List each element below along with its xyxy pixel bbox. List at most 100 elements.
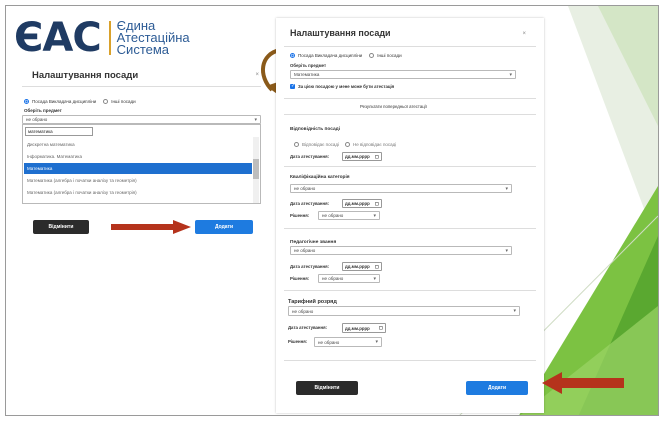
radio-other-label: Інші посади [377,53,402,58]
chevron-down-icon: ▾ [509,71,512,78]
tariff-decision-label: Рішення: [288,339,308,344]
pedagogical-decision-label: Рішення: [290,276,310,281]
arrow-left-icon [542,372,624,394]
calendar-icon[interactable]: ▢ [379,325,383,331]
logo-mark: ЄАС [14,15,102,61]
section-divider [284,228,536,229]
chevron-down-icon: ▾ [505,247,508,254]
slide-frame: ЄАС Єдина Атестаційна Система Налаштуван… [5,5,659,416]
section-divider [284,98,536,99]
tariff-decision-select[interactable]: не обрано ▾ [314,337,382,347]
dropdown-option[interactable]: Математика (алгебра і початки аналізу та… [24,187,252,198]
dialog-title: Налаштування посади [32,70,139,81]
pedagogical-select-value: не обрано [294,248,316,253]
close-icon[interactable]: × [522,31,526,37]
footer-divider [284,360,536,361]
date-placeholder: дд.мм.рррр [345,154,370,159]
add-button[interactable]: Додати [466,381,528,395]
calendar-icon[interactable]: ▢ [375,154,379,160]
date-placeholder: дд.мм.рррр [345,201,370,206]
tariff-date-label: Дата атестування: [288,325,328,330]
compliance-radio-group: Відповідає посаді Не відповідає посаді [294,142,396,147]
arrow-right-icon [111,220,191,234]
subject-select-value: не обрано [26,117,48,122]
decision-select-value: не обрано [318,339,340,345]
radio-group: Посада Викладача дисципліни Інші посади [24,99,136,104]
radio-discipline-label: Посада Викладача дисципліни [298,53,363,58]
chevron-down-icon: ▾ [513,308,516,314]
attestation-checkbox[interactable] [290,83,295,89]
date-placeholder: дд.мм.рррр [345,325,370,331]
cancel-button[interactable]: Відмінити [296,381,358,395]
logo-line-3: Система [116,42,170,57]
section-divider [284,166,536,167]
dropdown-scroll-thumb[interactable] [253,159,259,179]
radio-other[interactable] [369,53,375,58]
dropdown-option[interactable]: Дискретна математика [24,139,252,150]
radio-other-label: Інші посади [111,99,136,104]
pedagogical-select[interactable]: не обрано ▾ [290,246,512,255]
qualification-select[interactable]: не обрано ▾ [290,184,512,193]
subject-dropdown-list: математика Дискретна математика Інформат… [22,124,261,204]
compliance-title: Відповідність посаді [290,127,341,132]
pedagogical-date-label: Дата атестування: [290,264,330,269]
subject-label: Оберіть предмет [290,63,327,68]
section-divider [284,290,536,291]
pedagogical-title: Педагогічне звання [290,240,337,245]
logo-text: Єдина Атестаційна Система [116,19,190,57]
tariff-select-value: не обрано [292,308,314,314]
radio-other[interactable] [103,99,109,104]
calendar-icon[interactable]: ▢ [375,264,379,270]
radio-noncompliant-label: Не відповідає посаді [352,142,397,147]
chevron-down-icon: ▾ [373,275,376,282]
compliance-date-label: Дата атестування: [290,154,330,159]
tariff-date-input[interactable]: дд.мм.рррр ▢ [342,323,386,333]
decision-select-value: не обрано [322,213,344,218]
qualification-decision-label: Рішення: [290,213,310,218]
radio-compliant[interactable] [294,142,299,147]
slide-background: ЄАС Єдина Атестаційна Система Налаштуван… [0,0,664,421]
calendar-icon[interactable]: ▢ [375,201,379,207]
radio-discipline-label: Посада Викладача дисципліни [32,99,97,104]
eas-logo: ЄАС Єдина Атестаційна Система [14,16,190,60]
title-divider [22,86,261,87]
qualification-select-value: не обрано [294,186,316,191]
subject-select[interactable]: Математика ▾ [290,70,516,79]
title-divider [284,46,536,47]
dropdown-search-input[interactable]: математика [25,127,93,136]
radio-discipline[interactable] [24,99,29,104]
chevron-down-icon: ▾ [505,185,508,192]
radio-discipline[interactable] [290,53,295,58]
chevron-down-icon: ▾ [373,212,376,219]
dropdown-option-selected[interactable]: Математика [24,163,252,174]
chevron-down-icon: ▾ [375,339,378,345]
radio-noncompliant[interactable] [344,142,350,147]
radio-group: Посада Викладача дисципліни Інші посади [290,53,402,58]
qualification-date-input[interactable]: дд.мм.рррр ▢ [342,199,382,208]
tariff-title: Тарифний розряд [288,299,337,305]
attestation-checkbox-label: За цією посадою у мене може бути атестац… [298,84,395,89]
subject-select-value: Математика [294,72,320,77]
dropdown-option[interactable]: Математика (алгебра і початки аналізу та… [24,175,252,186]
pedagogical-date-input[interactable]: дд.мм.рррр ▢ [342,262,382,271]
dropdown-option[interactable]: Інформатика. Математика [24,151,252,162]
decision-select-value: не обрано [322,276,344,281]
section-divider [284,114,536,115]
subject-label: Оберіть предмет [24,108,62,113]
radio-compliant-label: Відповідає посаді [302,142,339,147]
chevron-down-icon: ▾ [254,116,257,123]
dialog-title: Налаштування посади [290,28,391,38]
logo-divider [108,21,111,55]
qualification-decision-select[interactable]: не обрано ▾ [318,211,380,220]
qualification-date-label: Дата атестування: [290,201,330,206]
results-heading: Результати попередньої атестації [360,104,427,109]
cancel-button[interactable]: Відмінити [33,220,89,234]
add-button[interactable]: Додати [195,220,253,234]
qualification-title: Кваліфікаційна категорія [290,175,350,180]
date-placeholder: дд.мм.рррр [345,264,370,269]
compliance-date-input[interactable]: дд.мм.рррр ▢ [342,152,382,161]
subject-select[interactable]: не обрано ▾ [22,115,261,124]
pedagogical-decision-select[interactable]: не обрано ▾ [318,274,380,283]
right-position-dialog: Налаштування посади × Посада Викладача д… [276,18,544,413]
tariff-select[interactable]: не обрано ▾ [288,306,520,316]
